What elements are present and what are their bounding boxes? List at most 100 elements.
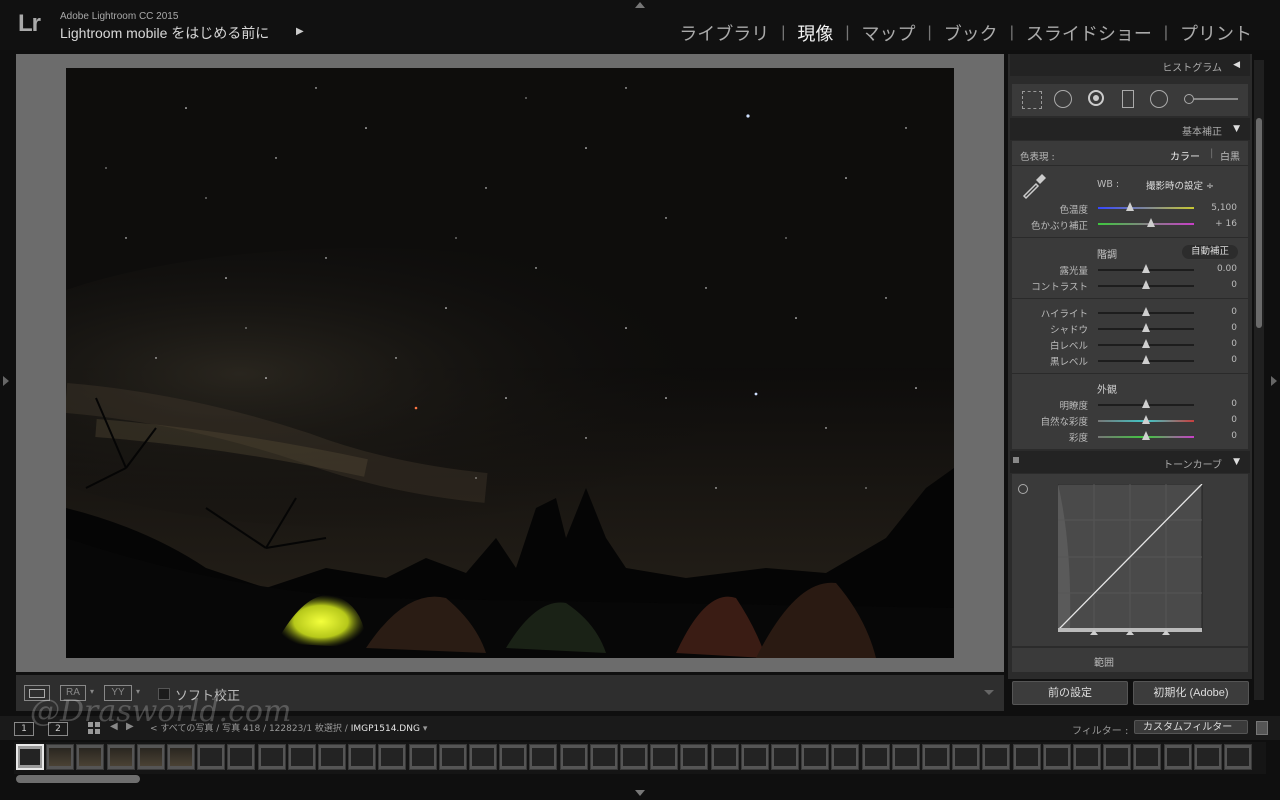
tint-value[interactable]: + 16 (1197, 219, 1237, 229)
highlights-value[interactable]: 0 (1197, 307, 1237, 317)
filmstrip-thumbnail[interactable] (1163, 744, 1192, 770)
module-book[interactable]: ブック (938, 20, 1004, 46)
target-adjust-icon[interactable] (1018, 484, 1028, 494)
vibrance-slider[interactable] (1098, 415, 1194, 424)
filmstrip-thumbnail[interactable] (891, 744, 920, 770)
collapse-triangle-icon[interactable]: ▼ (1233, 457, 1240, 467)
brush-slider[interactable] (1194, 98, 1238, 100)
vibrance-value[interactable]: 0 (1197, 415, 1237, 425)
filmstrip-thumbnail[interactable] (589, 744, 618, 770)
filmstrip-thumbnail[interactable] (76, 744, 105, 770)
filmstrip-thumbnail[interactable] (46, 744, 75, 770)
module-map[interactable]: マップ (856, 20, 922, 46)
module-slideshow[interactable]: スライドショー (1020, 20, 1158, 46)
filmstrip-thumbnail[interactable] (982, 744, 1011, 770)
auto-tone-button[interactable]: 自動補正 (1182, 245, 1238, 259)
panel-switch-icon[interactable] (1013, 457, 1019, 463)
filmstrip-thumbnail[interactable] (1193, 744, 1222, 770)
filmstrip-thumbnail[interactable] (257, 744, 286, 770)
filmstrip-thumbnail[interactable] (680, 744, 709, 770)
module-develop[interactable]: 現像 (791, 20, 839, 46)
basic-header[interactable]: 基本補正 ▼ (1010, 118, 1250, 140)
tone-curve-graph[interactable] (1058, 484, 1204, 636)
shadows-slider[interactable] (1098, 323, 1194, 332)
filmstrip-thumbnail[interactable] (348, 744, 377, 770)
filmstrip-thumbnail[interactable] (1042, 744, 1071, 770)
tone-curve-header[interactable]: トーンカーブ ▼ (1010, 451, 1250, 473)
collapse-top-arrow-icon[interactable] (635, 2, 645, 8)
clarity-value[interactable]: 0 (1197, 399, 1237, 409)
saturation-slider[interactable] (1098, 431, 1194, 440)
filmstrip-thumbnail[interactable] (197, 744, 226, 770)
blacks-value[interactable]: 0 (1197, 355, 1237, 365)
filmstrip-thumbnail[interactable] (740, 744, 769, 770)
collapse-triangle-icon[interactable]: ◀ (1233, 60, 1240, 70)
collapse-triangle-icon[interactable]: ▼ (1233, 124, 1240, 134)
red-eye-icon[interactable] (1088, 90, 1104, 106)
filmstrip-thumbnail[interactable] (620, 744, 648, 770)
exposure-value[interactable]: 0.00 (1197, 264, 1237, 274)
highlights-slider[interactable] (1098, 307, 1194, 316)
filmstrip-thumbnail[interactable] (1103, 744, 1132, 770)
filmstrip-thumbnail[interactable] (499, 744, 528, 770)
filmstrip-thumbnail[interactable] (227, 744, 256, 770)
whites-value[interactable]: 0 (1197, 339, 1237, 349)
tint-slider[interactable] (1098, 218, 1194, 227)
filmstrip-thumbnail[interactable] (831, 744, 860, 770)
toolbar-menu-chevron-icon[interactable] (984, 690, 994, 695)
filmstrip-thumbnail[interactable] (1012, 744, 1041, 770)
whites-slider[interactable] (1098, 339, 1194, 348)
saturation-value[interactable]: 0 (1197, 431, 1237, 441)
expand-right-panel-icon[interactable] (1271, 376, 1277, 386)
filmstrip-thumbnail[interactable] (438, 744, 467, 770)
previous-settings-button[interactable]: 前の設定 (1012, 681, 1128, 705)
filmstrip-thumbnail[interactable] (650, 744, 679, 770)
mobile-prompt-link[interactable]: Lightroom mobile をはじめる前に (60, 23, 269, 43)
radial-filter-icon[interactable] (1150, 90, 1168, 108)
filmstrip-thumbnail[interactable] (167, 744, 195, 770)
filmstrip-thumbnail[interactable] (922, 744, 950, 770)
filmstrip-thumbnail[interactable] (529, 744, 558, 770)
filmstrip-thumbnail[interactable] (106, 744, 135, 770)
filmstrip-thumbnail[interactable] (801, 744, 830, 770)
chevron-down-icon[interactable]: ▾ (423, 724, 428, 734)
filmstrip-thumbnail[interactable] (318, 744, 346, 770)
filmstrip-thumbnail[interactable] (771, 744, 799, 770)
blacks-slider[interactable] (1098, 355, 1194, 364)
eyedropper-icon[interactable] (1020, 172, 1048, 200)
filmstrip-thumbnail[interactable] (408, 744, 437, 770)
module-library[interactable]: ライブラリ (673, 20, 775, 46)
filmstrip-scrollbar[interactable] (16, 775, 140, 783)
photo-preview[interactable] (66, 68, 954, 658)
play-arrow-icon[interactable]: ▶ (296, 26, 304, 37)
filmstrip-thumbnail[interactable] (16, 744, 44, 770)
graduated-filter-icon[interactable] (1122, 90, 1134, 108)
filmstrip-thumbnail[interactable] (1224, 744, 1252, 770)
filter-select[interactable]: カスタムフィルター (1134, 720, 1248, 734)
expand-left-panel-icon[interactable] (3, 376, 9, 386)
filmstrip-thumbnail[interactable] (469, 744, 497, 770)
wb-preset-select[interactable]: 撮影時の設定 ÷ (1146, 178, 1214, 192)
filmstrip-thumbnail[interactable] (1073, 744, 1101, 770)
filter-lock-icon[interactable] (1256, 721, 1268, 735)
filmstrip-thumbnail[interactable] (952, 744, 981, 770)
treatment-color-option[interactable]: カラー (1170, 148, 1200, 163)
crop-overlay-icon[interactable] (1022, 91, 1042, 109)
shadows-value[interactable]: 0 (1197, 323, 1237, 333)
filmstrip-thumbnail[interactable] (559, 744, 588, 770)
scrollbar-thumb[interactable] (1256, 118, 1262, 328)
adjustment-brush-icon[interactable] (1184, 94, 1194, 104)
filmstrip-thumbnail[interactable] (861, 744, 890, 770)
contrast-slider[interactable] (1098, 280, 1194, 289)
exposure-slider[interactable] (1098, 264, 1194, 273)
temp-slider[interactable] (1098, 202, 1194, 211)
histogram-header[interactable]: ヒストグラム ◀ (1010, 54, 1250, 76)
filmstrip-thumbnail[interactable] (378, 744, 407, 770)
filmstrip-thumbnail[interactable] (287, 744, 316, 770)
treatment-bw-option[interactable]: 白黒 (1220, 148, 1240, 163)
module-print[interactable]: プリント (1174, 20, 1258, 46)
filmstrip-thumbnail[interactable] (136, 744, 165, 770)
temp-value[interactable]: 5,100 (1197, 203, 1237, 213)
filmstrip-thumbnail[interactable] (1133, 744, 1162, 770)
contrast-value[interactable]: 0 (1197, 280, 1237, 290)
